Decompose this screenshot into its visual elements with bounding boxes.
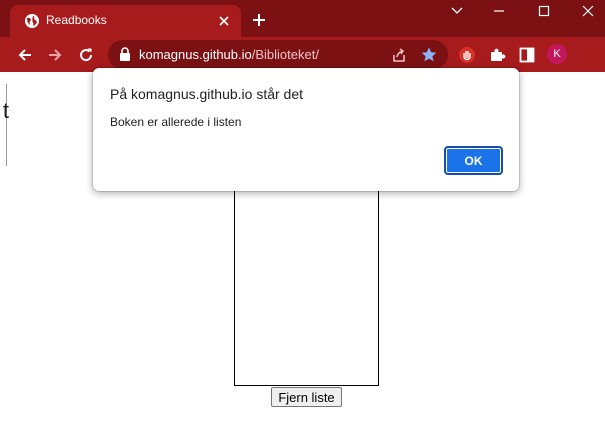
tab-title: Readbooks — [46, 13, 107, 27]
url-path: /Biblioteket/ — [251, 47, 319, 62]
puzzle-icon[interactable] — [488, 46, 506, 64]
close-icon[interactable] — [216, 13, 232, 29]
minimize-icon[interactable] — [489, 4, 509, 18]
page-left-edge: t — [0, 84, 9, 166]
avatar[interactable]: K — [547, 44, 567, 64]
url-text: komagnus.github.io/Biblioteket/ — [139, 47, 319, 62]
url-host: komagnus.github.io — [139, 47, 252, 62]
forward-icon[interactable] — [46, 46, 64, 64]
back-icon[interactable] — [16, 46, 34, 64]
reload-icon[interactable] — [77, 46, 95, 64]
maximize-icon[interactable] — [534, 4, 554, 18]
close-window-icon[interactable] — [578, 4, 598, 18]
star-icon[interactable] — [420, 46, 438, 64]
address-bar[interactable]: komagnus.github.io/Biblioteket/ — [108, 40, 448, 69]
plus-icon[interactable] — [251, 12, 267, 28]
chevron-down-icon[interactable] — [447, 4, 467, 18]
extension-red-icon[interactable] — [458, 46, 476, 64]
browser-toolbar: komagnus.github.io/Biblioteket/ K — [0, 37, 605, 72]
title-bar: Readbooks — [0, 0, 605, 37]
ok-button[interactable]: OK — [444, 146, 503, 175]
share-icon[interactable] — [390, 46, 408, 64]
edge-text: t — [2, 98, 9, 123]
remove-list-button[interactable]: Fjern liste — [271, 387, 342, 407]
lock-icon[interactable] — [118, 47, 132, 62]
globe-icon — [25, 14, 39, 28]
dialog-title: På komagnus.github.io står det — [110, 86, 304, 102]
book-list-box — [234, 179, 379, 386]
sidepanel-icon[interactable] — [518, 46, 536, 64]
alert-dialog: På komagnus.github.io står det Boken er … — [93, 68, 519, 191]
dialog-message: Boken er allerede i listen — [110, 115, 242, 129]
tab-readbooks[interactable]: Readbooks — [10, 5, 241, 37]
